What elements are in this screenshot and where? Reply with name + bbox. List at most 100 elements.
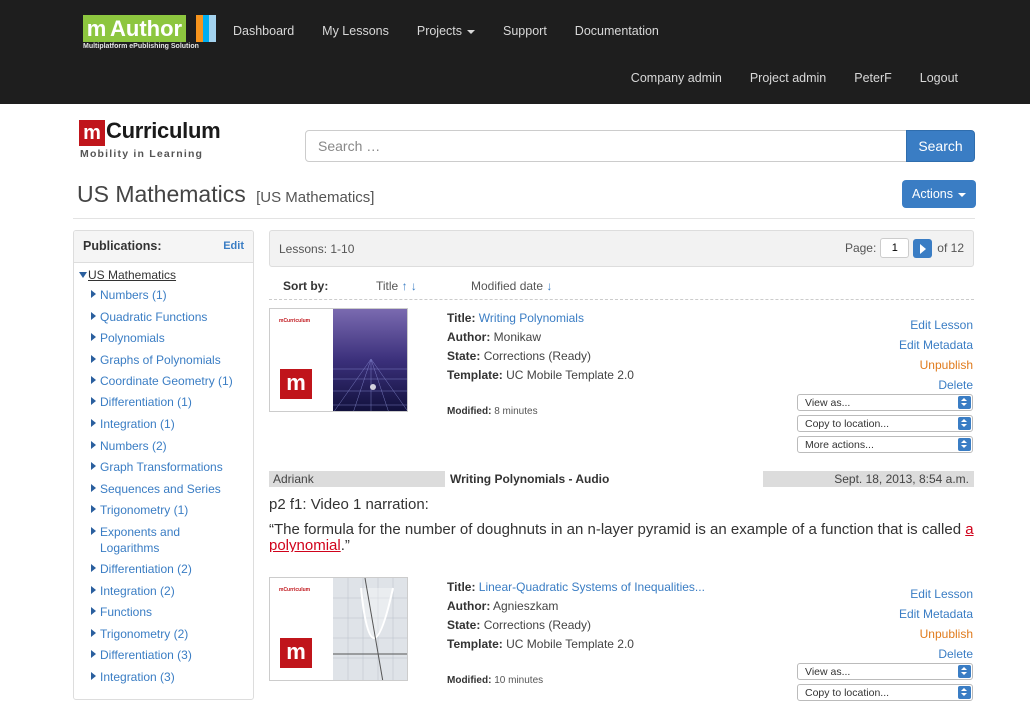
sidebar-item[interactable]: Trigonometry (2) xyxy=(91,626,251,642)
triangle-right-icon xyxy=(91,563,96,572)
sidebar-item[interactable]: Sequences and Series xyxy=(91,481,251,497)
sidebar-item[interactable]: Differentiation (1) xyxy=(91,394,251,410)
sort-by-title[interactable]: Title ↑ ↓ xyxy=(376,279,417,293)
sidebar-item-label: Trigonometry (1) xyxy=(100,503,189,518)
edit-metadata-link[interactable]: Edit Metadata xyxy=(899,604,973,624)
search-input[interactable] xyxy=(305,130,907,162)
comment-user[interactable]: Adriank xyxy=(273,472,314,486)
select-arrows-icon xyxy=(958,396,971,409)
more-actions-select[interactable]: More actions... xyxy=(797,436,973,453)
chevron-down-icon xyxy=(958,192,966,197)
sidebar-item[interactable]: Exponents and Logarithms xyxy=(91,524,251,556)
lessons-count: Lessons: 1-10 xyxy=(279,242,355,256)
select-arrows-icon xyxy=(958,686,971,699)
sidebar-item[interactable]: Differentiation (2) xyxy=(91,561,251,577)
sidebar-item-label: Exponents and Logarithms xyxy=(100,524,181,555)
copy-to-location-select[interactable]: Copy to location... xyxy=(797,415,973,432)
thumbnail-grid-image xyxy=(333,309,407,411)
delete-link[interactable]: Delete xyxy=(899,644,973,664)
sidebar-item-label: Graph Transformations xyxy=(100,460,223,475)
delete-link[interactable]: Delete xyxy=(899,375,973,395)
lesson-author: Monikaw xyxy=(493,330,542,344)
triangle-right-icon xyxy=(91,650,96,659)
next-page-icon[interactable] xyxy=(913,238,933,258)
nav-user[interactable]: PeterF xyxy=(854,71,892,85)
nav-company-admin[interactable]: Company admin xyxy=(631,71,722,85)
modified-label: Modified: xyxy=(447,675,492,686)
triangle-right-icon xyxy=(91,607,96,616)
page-total: of 12 xyxy=(937,241,964,255)
lesson-template: UC Mobile Template 2.0 xyxy=(506,368,634,382)
lesson-selects: View as... Copy to location... More acti… xyxy=(797,394,973,457)
sort-arrows-icon: ↑ ↓ xyxy=(401,279,417,293)
lesson-state: Corrections (Ready) xyxy=(483,349,592,363)
sidebar-edit-link[interactable]: Edit xyxy=(223,240,244,252)
page-number-input[interactable] xyxy=(880,238,910,258)
sort-by-modified[interactable]: Modified date ↓ xyxy=(471,279,552,293)
sidebar-item[interactable]: Coordinate Geometry (1) xyxy=(91,373,251,389)
tree-root-item[interactable]: US Mathematics xyxy=(79,268,176,282)
sidebar-item[interactable]: Integration (3) xyxy=(91,669,251,685)
sidebar-item[interactable]: Graphs of Polynomials xyxy=(91,352,251,368)
logo-word: Author xyxy=(110,15,187,42)
sidebar-item[interactable]: Differentiation (3) xyxy=(91,647,251,663)
nav-project-admin[interactable]: Project admin xyxy=(750,71,826,85)
lesson-thumbnail[interactable]: mCurriculum m xyxy=(269,308,408,412)
modified-value: 8 minutes xyxy=(494,406,538,417)
thumbnail-m-icon: m xyxy=(280,638,312,668)
lesson-thumbnail[interactable]: mCurriculum m xyxy=(269,577,408,681)
sidebar-item[interactable]: Polynomials xyxy=(91,330,251,346)
sidebar-item-label: Integration (3) xyxy=(100,669,175,684)
triangle-right-icon xyxy=(91,585,96,594)
pager: Page: of 12 xyxy=(845,238,964,258)
sidebar-item[interactable]: Integration (1) xyxy=(91,416,251,432)
sidebar-item[interactable]: Numbers (2) xyxy=(91,438,251,454)
lesson-meta: Title: Writing Polynomials Author: Monik… xyxy=(447,309,634,385)
unpublish-link[interactable]: Unpublish xyxy=(899,624,973,644)
copy-to-location-select[interactable]: Copy to location... xyxy=(797,684,973,701)
lesson-title-link[interactable]: Linear-Quadratic Systems of Inequalities… xyxy=(479,580,705,594)
brand-letter: m xyxy=(79,120,105,146)
chevron-down-icon xyxy=(467,29,476,34)
logo-stripes xyxy=(196,15,217,42)
edit-metadata-link[interactable]: Edit Metadata xyxy=(899,335,973,355)
nav-logout[interactable]: Logout xyxy=(920,71,958,85)
publications-sidebar: Publications: Edit US Mathematics Number… xyxy=(73,230,254,700)
nav-my-lessons[interactable]: My Lessons xyxy=(322,24,389,38)
brand-tagline: Mobility in Learning xyxy=(80,148,204,160)
triangle-down-icon xyxy=(79,272,87,278)
sidebar-item[interactable]: Trigonometry (1) xyxy=(91,502,251,518)
unpublish-link[interactable]: Unpublish xyxy=(899,355,973,375)
sidebar-item[interactable]: Integration (2) xyxy=(91,583,251,599)
sidebar-item[interactable]: Functions xyxy=(91,604,251,620)
view-as-value: View as... xyxy=(805,397,851,409)
sidebar-item[interactable]: Graph Transformations xyxy=(91,459,251,475)
logo-tagline: Multiplatform ePublishing Solution xyxy=(83,43,199,50)
sidebar-header: Publications: Edit xyxy=(74,231,253,263)
sidebar-item[interactable]: Numbers (1) xyxy=(91,287,251,303)
nav-documentation[interactable]: Documentation xyxy=(575,24,659,38)
sidebar-item-label: Functions xyxy=(100,605,153,620)
sidebar-item[interactable]: Quadratic Functions xyxy=(91,309,251,325)
logo-letter: m xyxy=(83,15,110,42)
search-button[interactable]: Search xyxy=(906,130,975,162)
edit-lesson-link[interactable]: Edit Lesson xyxy=(899,584,973,604)
mauthor-logo[interactable]: m Author Multiplatform ePublishing Solut… xyxy=(83,15,217,53)
mcurriculum-logo[interactable]: m Curriculum Mobility in Learning xyxy=(79,118,239,162)
triangle-right-icon xyxy=(91,397,96,406)
triangle-right-icon xyxy=(91,505,96,514)
edit-lesson-link[interactable]: Edit Lesson xyxy=(899,315,973,335)
nav-dashboard[interactable]: Dashboard xyxy=(233,24,294,38)
lesson-title-link[interactable]: Writing Polynomials xyxy=(479,311,584,325)
nav-support[interactable]: Support xyxy=(503,24,547,38)
triangle-right-icon xyxy=(91,333,96,342)
page-title: US Mathematics [US Mathematics] xyxy=(77,181,374,208)
thumbnail-m-icon: m xyxy=(280,369,312,399)
sort-modified-label: Modified date xyxy=(471,279,544,293)
view-as-select[interactable]: View as... xyxy=(797,394,973,411)
comment-title[interactable]: Writing Polynomials - Audio xyxy=(445,471,763,487)
actions-dropdown-button[interactable]: Actions xyxy=(902,180,976,208)
nav-projects[interactable]: Projects xyxy=(417,24,476,38)
lesson-author: Agnieszkam xyxy=(493,599,559,613)
view-as-select[interactable]: View as... xyxy=(797,663,973,680)
